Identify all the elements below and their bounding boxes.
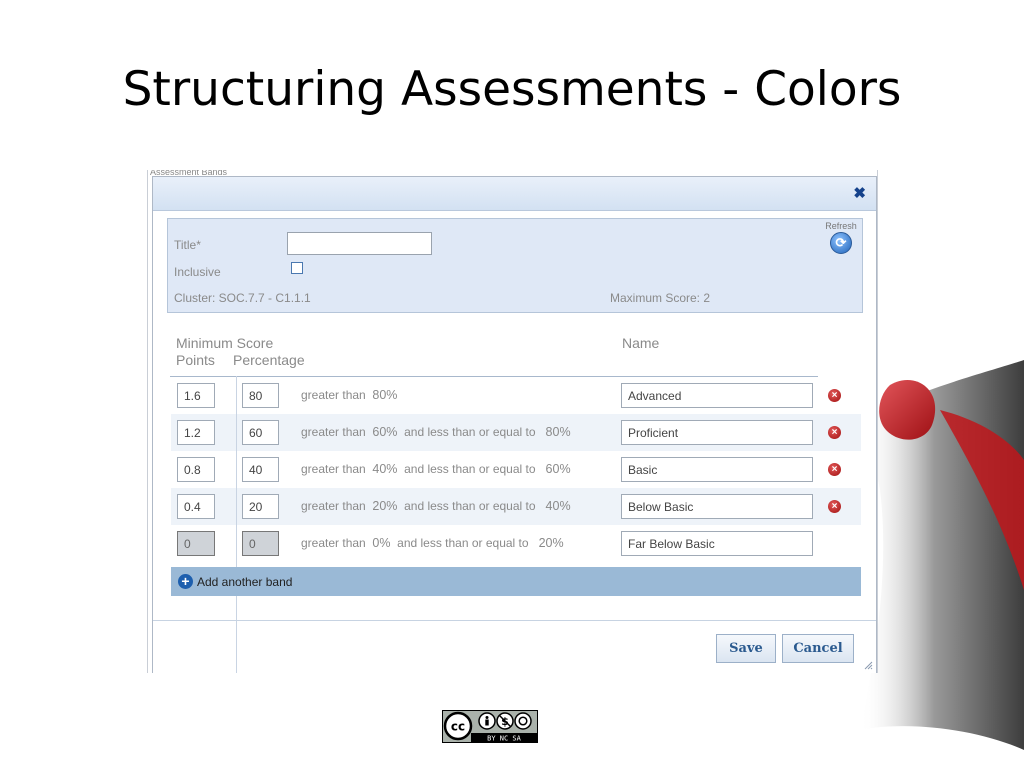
points-header: Points (176, 352, 215, 368)
svg-text:cc: cc (451, 720, 465, 734)
title-input[interactable] (287, 232, 432, 255)
band-percent-input: 0 (242, 531, 279, 556)
band-le-value: 80% (545, 425, 571, 439)
band-range-text: greater than 40% and less than or equal … (301, 462, 571, 476)
band-name-input[interactable]: Below Basic (621, 494, 813, 519)
title-label: Title* (174, 238, 201, 252)
refresh-icon: ⟳ (830, 232, 852, 254)
band-editor-dialog: ✖ Title* Inclusive Cluster: SOC.7.7 - C1… (152, 176, 877, 673)
resize-grip-icon[interactable] (863, 660, 873, 670)
band-gt-label: greater than (301, 388, 366, 402)
band-le-label: and less than or equal to (404, 499, 536, 513)
band-le-value: 60% (545, 462, 571, 476)
band-gt-label: greater than (301, 499, 366, 513)
sa-icon (514, 712, 532, 730)
license-text: BY NC SA (487, 735, 522, 743)
max-score-text: Maximum Score: 2 (610, 291, 711, 305)
save-button[interactable]: Save (716, 634, 776, 663)
add-band-link[interactable]: Add another band (197, 575, 292, 589)
refresh-button[interactable]: Refresh ⟳ (820, 221, 862, 254)
band-percent-input[interactable]: 60 (242, 420, 279, 445)
band-le-label: and less than or equal to (404, 462, 536, 476)
minimum-score-header: Minimum Score (176, 335, 274, 351)
inclusive-label: Inclusive (174, 265, 221, 279)
cluster-text: Cluster: SOC.7.7 - C1.1.1 (174, 291, 311, 305)
column-divider (236, 376, 237, 673)
band-le-label: and less than or equal to (397, 536, 529, 550)
band-percent-input[interactable]: 20 (242, 494, 279, 519)
dialog-header: ✖ (153, 177, 876, 211)
refresh-label: Refresh (825, 221, 857, 231)
add-band-bar[interactable]: + Add another band (171, 567, 861, 596)
band-range-text: greater than 80% (301, 388, 414, 402)
band-row: 1.2 60 greater than 60% and less than or e… (171, 414, 861, 451)
band-range-text: greater than 60% and less than or equal … (301, 425, 571, 439)
band-range-text: greater than 0% and less than or equal t… (301, 536, 564, 550)
band-settings-panel: Title* Inclusive Cluster: SOC.7.7 - C1.1… (167, 218, 863, 313)
band-row: 0.4 20 greater than 20% and less than or e… (171, 488, 861, 525)
band-points-input[interactable]: 0.8 (177, 457, 215, 482)
plus-circle-icon[interactable]: + (178, 574, 193, 589)
name-header: Name (622, 335, 660, 351)
band-le-value: 40% (545, 499, 571, 513)
band-percent-input[interactable]: 80 (242, 383, 279, 408)
slide-title: Structuring Assessments - Colors (122, 62, 902, 117)
band-le-label: and less than or equal to (404, 425, 536, 439)
delete-band-icon[interactable]: × (828, 389, 841, 402)
band-gt-value: 80% (372, 388, 398, 402)
band-gt-label: greater than (301, 462, 366, 476)
delete-band-icon[interactable]: × (828, 426, 841, 439)
delete-band-icon[interactable]: × (828, 500, 841, 513)
close-icon[interactable]: ✖ (853, 184, 866, 202)
footer-divider (153, 620, 876, 621)
band-name-input[interactable]: Advanced (621, 383, 813, 408)
band-points-input[interactable]: 0.4 (177, 494, 215, 519)
band-row: 0 0 greater than 0% and less than or equal… (171, 525, 861, 562)
app-screenshot: Assessment Bands ✖ Title* Inclusive Clus… (147, 170, 878, 673)
band-gt-label: greater than (301, 425, 366, 439)
band-range-text: greater than 20% and less than or equal … (301, 499, 571, 513)
band-gt-value: 40% (372, 462, 398, 476)
band-gt-value: 0% (372, 536, 391, 550)
cancel-button[interactable]: Cancel (782, 634, 854, 663)
band-name-input[interactable]: Proficient (621, 420, 813, 445)
band-points-input: 0 (177, 531, 215, 556)
band-percent-input[interactable]: 40 (242, 457, 279, 482)
band-gt-label: greater than (301, 536, 366, 550)
percentage-header: Percentage (233, 352, 305, 368)
band-row: 0.8 40 greater than 40% and less than or e… (171, 451, 861, 488)
band-name-input[interactable]: Far Below Basic (621, 531, 813, 556)
band-points-input[interactable]: 1.2 (177, 420, 215, 445)
inclusive-checkbox[interactable] (291, 262, 303, 274)
creative-commons-badge: cc $ BY NC SA (442, 710, 538, 743)
band-gt-value: 60% (372, 425, 398, 439)
band-name-input[interactable]: Basic (621, 457, 813, 482)
band-points-input[interactable]: 1.6 (177, 383, 215, 408)
band-row: 1.6 80 greater than 80% Advanced × (171, 377, 861, 414)
band-gt-value: 20% (372, 499, 398, 513)
delete-band-icon[interactable]: × (828, 463, 841, 476)
band-le-value: 20% (538, 536, 564, 550)
